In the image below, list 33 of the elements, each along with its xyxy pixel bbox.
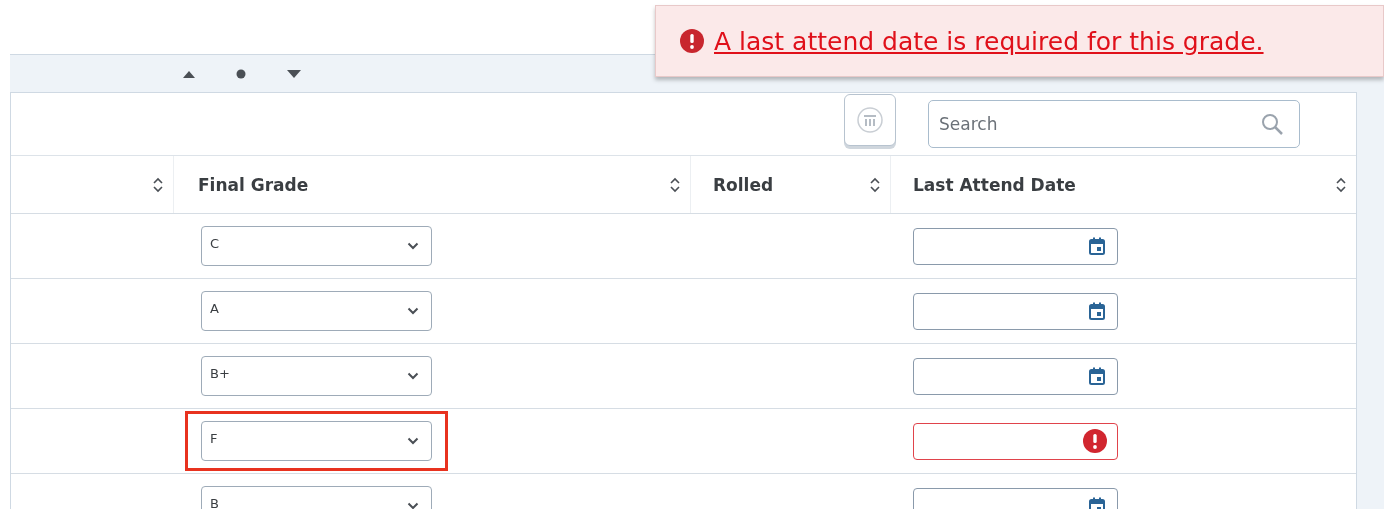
grade-dropdown[interactable]: F bbox=[201, 421, 432, 461]
calendar-icon[interactable] bbox=[1089, 367, 1105, 385]
page-down-icon[interactable] bbox=[287, 69, 301, 78]
chevron-down-icon bbox=[407, 242, 419, 250]
grade-dropdown[interactable]: C bbox=[201, 226, 432, 266]
grade-dropdown[interactable]: B bbox=[201, 486, 432, 509]
error-icon bbox=[680, 29, 704, 53]
column-header[interactable]: Last Attend Date bbox=[913, 174, 1076, 195]
error-icon bbox=[1083, 429, 1107, 453]
page-up-icon[interactable] bbox=[183, 69, 195, 78]
chevron-down-icon bbox=[407, 307, 419, 315]
calendar-icon[interactable] bbox=[1089, 302, 1105, 320]
date-field[interactable] bbox=[913, 227, 1118, 265]
column-header[interactable]: Final Grade bbox=[198, 174, 309, 195]
grade-dropdown[interactable]: A bbox=[201, 291, 432, 331]
column-header[interactable]: Rolled bbox=[713, 174, 774, 195]
error-link[interactable]: A last attend date is required for this grade. bbox=[714, 26, 1264, 56]
columns-icon bbox=[856, 106, 884, 134]
sort-icon[interactable] bbox=[670, 176, 680, 193]
sort-icon[interactable] bbox=[1336, 176, 1346, 193]
grade-dropdown[interactable]: B+ bbox=[201, 356, 432, 396]
search-icon bbox=[1260, 112, 1284, 136]
calendar-icon[interactable] bbox=[1089, 237, 1105, 255]
date-field[interactable] bbox=[913, 357, 1118, 395]
chevron-down-icon bbox=[407, 437, 419, 445]
date-field[interactable] bbox=[913, 292, 1118, 330]
dot-icon[interactable] bbox=[236, 68, 246, 79]
chevron-down-icon bbox=[407, 502, 419, 509]
sort-icon[interactable] bbox=[153, 176, 163, 193]
search-field[interactable]: Search bbox=[928, 100, 1300, 148]
date-field[interactable] bbox=[913, 422, 1118, 460]
chevron-down-icon bbox=[407, 372, 419, 380]
sort-icon[interactable] bbox=[870, 176, 880, 193]
